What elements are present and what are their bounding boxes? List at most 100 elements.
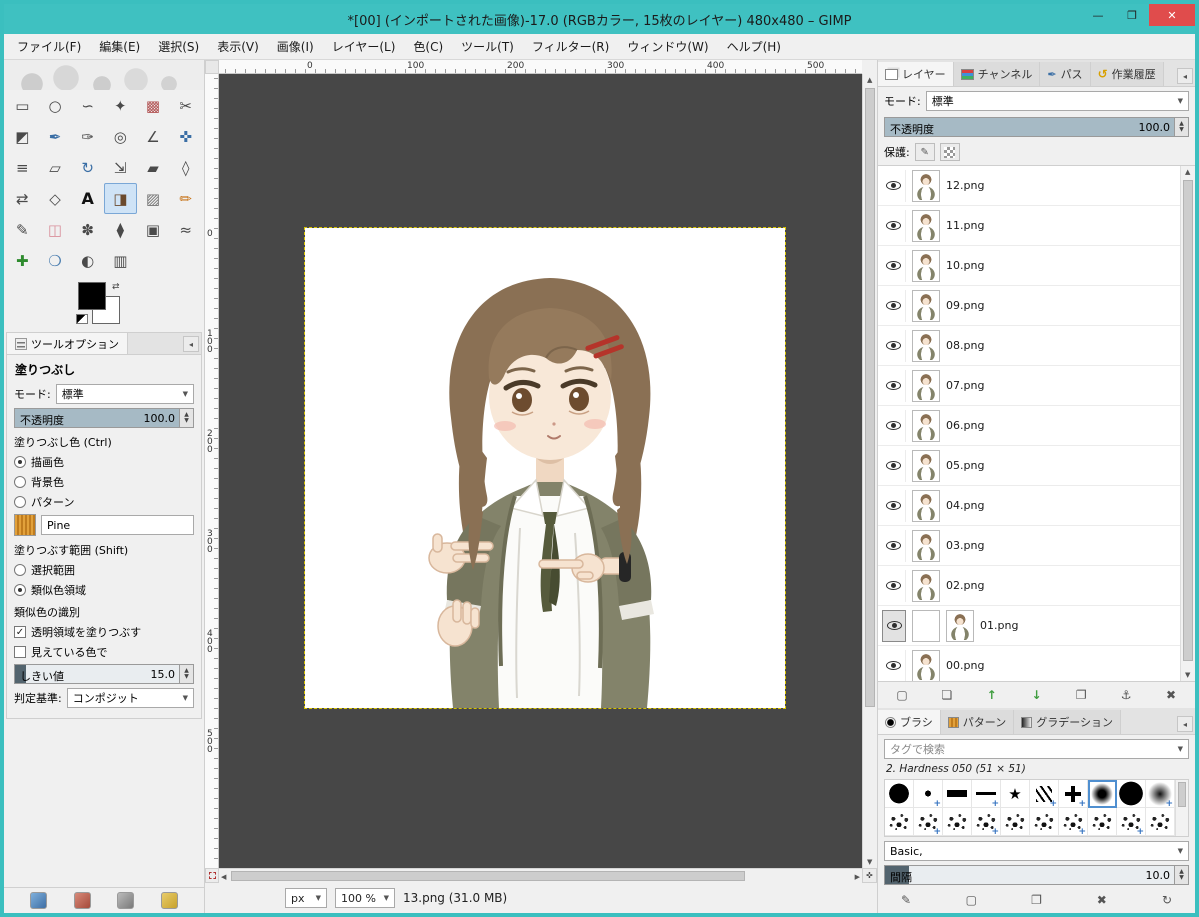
tab-channels[interactable]: チャンネル bbox=[953, 62, 1041, 86]
scroll-down-icon[interactable]: ▼ bbox=[1185, 671, 1190, 679]
brush-preview[interactable] bbox=[1117, 780, 1146, 808]
horizontal-scroll-thumb[interactable] bbox=[231, 871, 746, 881]
footer-document-history-icon[interactable] bbox=[73, 892, 91, 909]
visibility-eye-icon[interactable] bbox=[886, 661, 901, 670]
brush-preview[interactable] bbox=[1117, 808, 1146, 836]
layer-row[interactable]: 03.png bbox=[878, 526, 1180, 566]
zoom-dropdown[interactable]: 100 % ▼ bbox=[335, 888, 395, 908]
tool-gradient[interactable]: ▨ bbox=[137, 183, 170, 214]
tab-brushes[interactable]: ブラシ bbox=[878, 710, 941, 734]
navigation-button[interactable]: ✜ bbox=[862, 868, 877, 883]
unit-dropdown[interactable]: px ▼ bbox=[285, 888, 327, 908]
brush-preview[interactable] bbox=[914, 780, 943, 809]
tool-text[interactable]: A bbox=[71, 183, 104, 214]
tool-zoom[interactable]: ◎ bbox=[104, 121, 137, 152]
menu-layer[interactable]: レイヤー(L) bbox=[323, 34, 405, 59]
brushes-menu-button[interactable]: ◂ bbox=[1177, 716, 1193, 732]
visibility-eye-icon[interactable] bbox=[886, 181, 901, 190]
menu-filters[interactable]: フィルター(R) bbox=[523, 34, 618, 59]
brush-preview[interactable] bbox=[914, 808, 943, 836]
layer-row[interactable]: 02.png bbox=[878, 566, 1180, 606]
delete-layer-button[interactable]: ✖ bbox=[1157, 685, 1185, 705]
brush-preview[interactable] bbox=[972, 780, 1001, 809]
brush-preview[interactable] bbox=[1030, 808, 1059, 836]
dock-menu-button[interactable]: ◂ bbox=[1177, 68, 1193, 84]
visibility-eye-icon[interactable] bbox=[886, 381, 901, 390]
layer-row[interactable]: 07.png bbox=[878, 366, 1180, 406]
scroll-right-icon[interactable]: ▶ bbox=[855, 873, 860, 881]
brush-preview[interactable] bbox=[1001, 808, 1030, 836]
fill-selection-radio[interactable] bbox=[14, 564, 26, 576]
footer-device-status-icon[interactable] bbox=[117, 892, 135, 909]
visibility-eye-icon[interactable] bbox=[886, 261, 901, 270]
tool-heal[interactable]: ✚ bbox=[6, 245, 39, 276]
brush-preview[interactable] bbox=[943, 780, 972, 808]
tab-gradients[interactable]: グラデーション bbox=[1014, 710, 1122, 734]
brush-preview[interactable] bbox=[885, 780, 914, 808]
sample-merged-checkbox[interactable] bbox=[14, 646, 26, 658]
quickmask-toggle[interactable] bbox=[205, 868, 219, 883]
brush-preview[interactable] bbox=[1146, 808, 1175, 836]
menu-colors[interactable]: 色(C) bbox=[404, 34, 452, 59]
fg-fill-radio[interactable] bbox=[14, 456, 26, 468]
scroll-left-icon[interactable]: ◀ bbox=[221, 873, 226, 881]
tool-pencil[interactable]: ✏ bbox=[169, 183, 202, 214]
tool-ink[interactable]: ⧫ bbox=[104, 214, 137, 245]
threshold-stepper[interactable]: ▲ ▼ bbox=[179, 665, 193, 683]
edit-brush-button[interactable]: ✎ bbox=[892, 890, 920, 910]
maximize-button[interactable]: ❐ bbox=[1115, 4, 1149, 26]
menu-select[interactable]: 選択(S) bbox=[149, 34, 208, 59]
tab-layers[interactable]: レイヤー bbox=[878, 62, 954, 86]
tool-scissors-select[interactable]: ✂ bbox=[169, 90, 202, 121]
tool-airbrush[interactable]: ✽ bbox=[71, 214, 104, 245]
lower-layer-button[interactable]: ↓ bbox=[1022, 685, 1050, 705]
brush-preview[interactable] bbox=[972, 808, 1001, 836]
visibility-eye-icon[interactable] bbox=[886, 621, 902, 630]
pattern-fill-radio[interactable] bbox=[14, 496, 26, 508]
tool-clone[interactable]: ▣ bbox=[137, 214, 170, 245]
brush-group-dropdown[interactable]: Basic, ▼ bbox=[884, 841, 1189, 861]
tab-patterns[interactable]: パターン bbox=[940, 710, 1015, 734]
tool-perspective-clone[interactable]: ▥ bbox=[104, 245, 137, 276]
horizontal-scrollbar[interactable]: ◀ ▶ bbox=[219, 868, 862, 883]
bg-fill-radio[interactable] bbox=[14, 476, 26, 488]
brush-preview[interactable] bbox=[943, 808, 972, 836]
pattern-name-entry[interactable]: Pine bbox=[41, 515, 194, 535]
vertical-scrollbar[interactable]: ▲ ▼ bbox=[862, 74, 877, 868]
visibility-eye-icon[interactable] bbox=[886, 581, 901, 590]
footer-tool-presets-icon[interactable] bbox=[160, 892, 178, 909]
layer-list-scrollbar[interactable]: ▲ ▼ bbox=[1180, 166, 1195, 681]
lock-alpha-button[interactable] bbox=[939, 143, 960, 161]
duplicate-brush-button[interactable]: ❐ bbox=[1023, 890, 1051, 910]
brush-preview[interactable] bbox=[885, 808, 914, 836]
visibility-eye-icon[interactable] bbox=[886, 341, 901, 350]
close-button[interactable]: ✕ bbox=[1149, 4, 1195, 26]
canvas-image[interactable] bbox=[304, 227, 786, 709]
new-layer-button[interactable]: ▢ bbox=[888, 685, 916, 705]
tool-cage-transform[interactable]: ◇ bbox=[39, 183, 72, 214]
brush-preview[interactable] bbox=[1146, 780, 1175, 809]
layer-row[interactable]: 10.png bbox=[878, 246, 1180, 286]
menu-tools[interactable]: ツール(T) bbox=[452, 34, 523, 59]
spacing-slider[interactable]: 間隔 10.0 ▲ ▼ bbox=[884, 865, 1189, 885]
tool-dodge-burn[interactable]: ◐ bbox=[71, 245, 104, 276]
visibility-eye-icon[interactable] bbox=[886, 461, 901, 470]
layer-scroll-thumb[interactable] bbox=[1183, 180, 1193, 661]
tool-free-select[interactable]: ∽ bbox=[71, 90, 104, 121]
tool-ellipse-select[interactable]: ○ bbox=[39, 90, 72, 121]
tool-perspective[interactable]: ◊ bbox=[169, 152, 202, 183]
layer-row[interactable]: 09.png bbox=[878, 286, 1180, 326]
brush-preview[interactable] bbox=[1088, 808, 1117, 836]
tool-paintbrush[interactable]: ✎ bbox=[6, 214, 39, 245]
layer-opacity-slider[interactable]: 不透明度 100.0 ▲ ▼ bbox=[884, 117, 1189, 137]
tab-history[interactable]: ↺ 作業履歴 bbox=[1090, 62, 1164, 86]
refresh-brushes-button[interactable]: ↻ bbox=[1153, 890, 1181, 910]
tool-blur-sharpen[interactable]: ❍ bbox=[39, 245, 72, 276]
layer-mode-dropdown[interactable]: 標準 ▼ bbox=[925, 91, 1189, 111]
layer-row[interactable]: 11.png bbox=[878, 206, 1180, 246]
visibility-eye-icon[interactable] bbox=[886, 501, 901, 510]
brush-preview-selected[interactable] bbox=[1088, 780, 1117, 808]
duplicate-layer-button[interactable]: ❐ bbox=[1067, 685, 1095, 705]
titlebar[interactable]: *[00] (インポートされた画像)-17.0 (RGBカラー, 15枚のレイヤ… bbox=[4, 4, 1195, 34]
layer-row[interactable]: 06.png bbox=[878, 406, 1180, 446]
